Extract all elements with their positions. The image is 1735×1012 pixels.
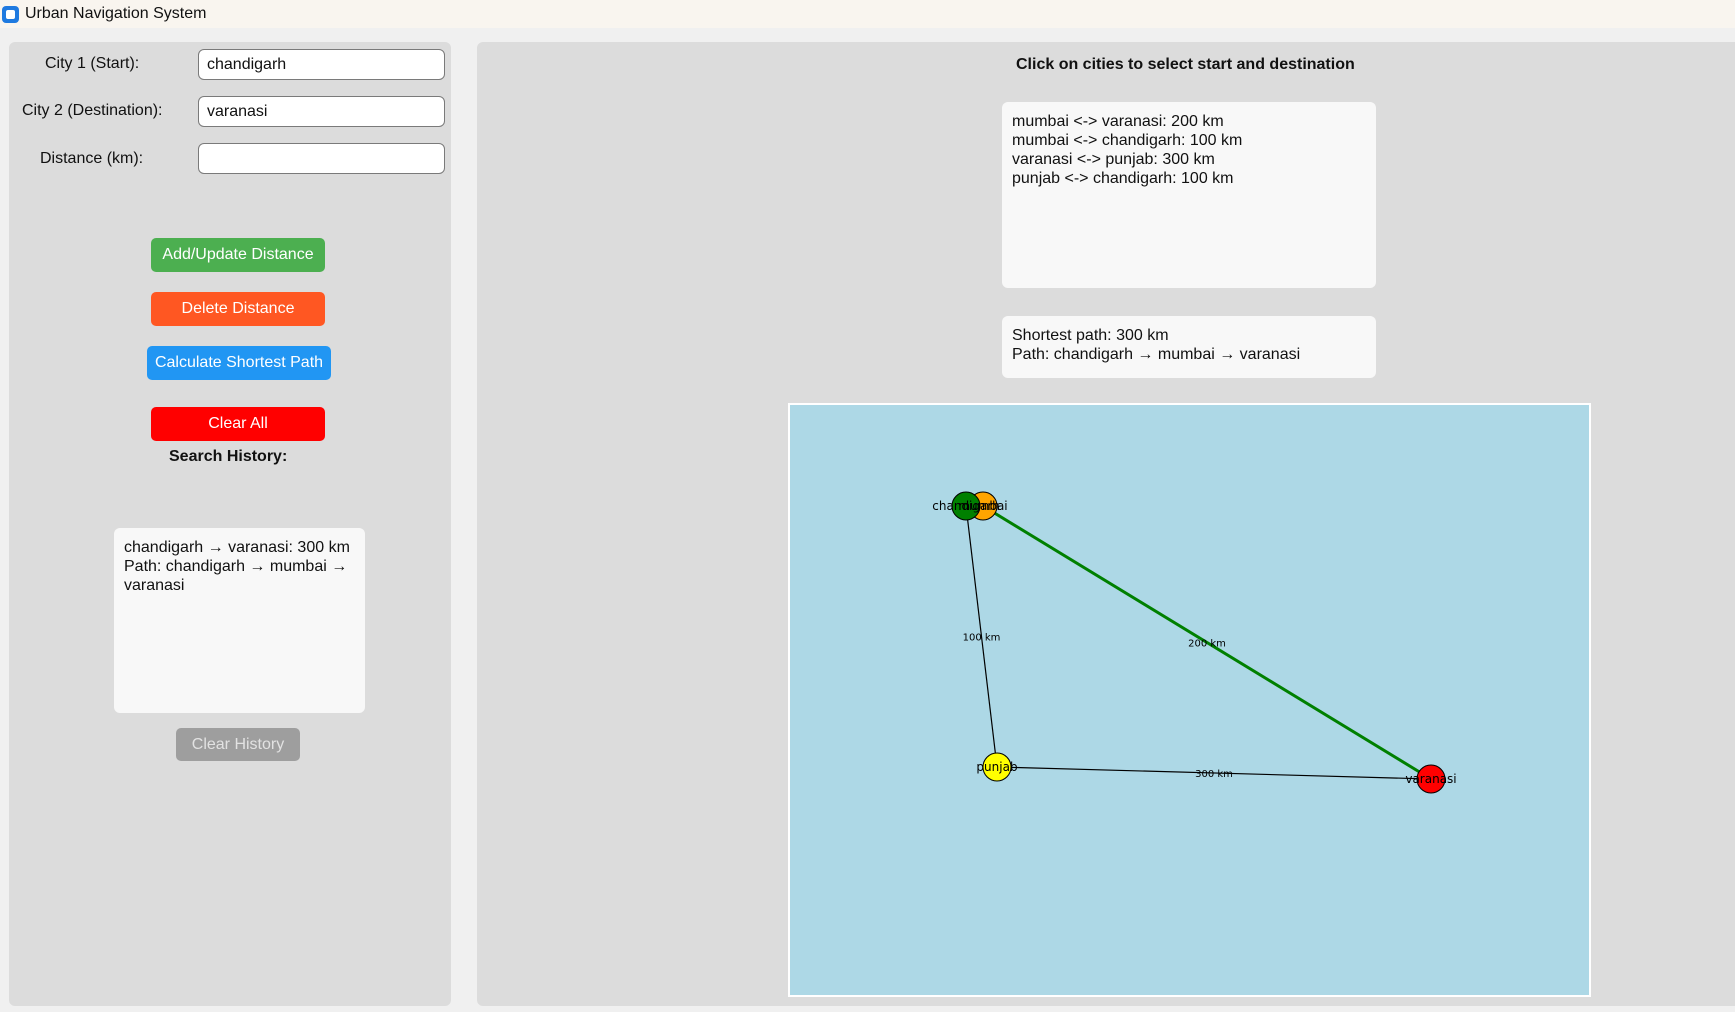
result-box: Shortest path: 300 km Path: chandigarh →… bbox=[1002, 316, 1376, 378]
calculate-shortest-path-button[interactable]: Calculate Shortest Path bbox=[147, 346, 331, 380]
distance-entry: mumbai <-> chandigarh: 100 km bbox=[1012, 132, 1243, 149]
city2-label: City 2 (Destination): bbox=[22, 102, 163, 119]
window-title: Urban Navigation System bbox=[25, 5, 207, 22]
edge-label: 300 km bbox=[1195, 769, 1233, 780]
distance-entry: punjab <-> chandigarh: 100 km bbox=[1012, 170, 1234, 187]
city1-label: City 1 (Start): bbox=[45, 55, 140, 72]
distance-label: Distance (km): bbox=[40, 150, 144, 167]
search-history-title: Search History: bbox=[169, 448, 288, 465]
instruction-text: Click on cities to select start and dest… bbox=[1016, 56, 1355, 73]
city1-input[interactable] bbox=[198, 49, 445, 80]
edge-label: 200 km bbox=[1188, 639, 1226, 650]
add-update-distance-button[interactable]: Add/Update Distance bbox=[151, 238, 325, 272]
title-bar: Urban Navigation System bbox=[0, 0, 1735, 28]
control-panel: City 1 (Start): City 2 (Destination): Di… bbox=[9, 42, 451, 1006]
city-label-varanasi: varanasi bbox=[1405, 772, 1456, 786]
clear-history-button[interactable]: Clear History bbox=[176, 728, 300, 761]
search-history-list[interactable]: chandigarh → varanasi: 300 km Path: chan… bbox=[114, 528, 365, 713]
city-graph-canvas[interactable]: 100 km 200 km 300 km mumbai chandigarh punjab… bbox=[788, 403, 1591, 997]
history-entry: chandigarh → varanasi: 300 km bbox=[124, 539, 350, 556]
edge-label: 100 km bbox=[963, 633, 1001, 644]
delete-distance-button[interactable]: Delete Distance bbox=[151, 292, 325, 326]
clear-all-button[interactable]: Clear All bbox=[151, 407, 325, 441]
shortest-path-distance: Shortest path: 300 km bbox=[1012, 327, 1169, 344]
distance-list[interactable]: mumbai <-> varanasi: 200 km mumbai <-> c… bbox=[1002, 102, 1376, 288]
distance-entry: mumbai <-> varanasi: 200 km bbox=[1012, 113, 1224, 130]
app-icon bbox=[2, 5, 19, 23]
city-label-chandigarh: chandigarh bbox=[932, 499, 999, 513]
distance-input[interactable] bbox=[198, 143, 445, 174]
distance-entry: varanasi <-> punjab: 300 km bbox=[1012, 151, 1215, 168]
history-entry: Path: chandigarh → mumbai → varanasi bbox=[124, 558, 348, 594]
city2-input[interactable] bbox=[198, 96, 445, 127]
city-graph: 100 km200 km300 kmmumbaichandigarhpunjab… bbox=[932, 491, 1457, 794]
shortest-path-route: Path: chandigarh → mumbai → varanasi bbox=[1012, 346, 1301, 363]
city-label-punjab: punjab bbox=[976, 760, 1017, 774]
